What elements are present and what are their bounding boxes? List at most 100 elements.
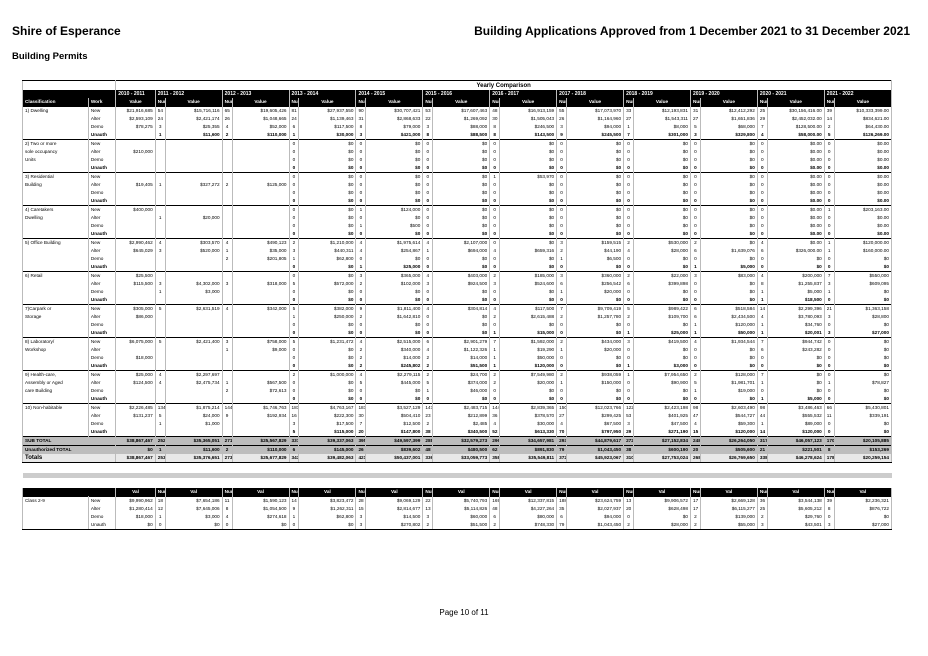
class29-row: Class 2-9 New $9,990,962 18 $7,654,186 11 $1,5… [22, 496, 893, 505]
num-cell: 0 [756, 189, 768, 197]
value-cell: $26,264,050 [699, 436, 758, 446]
table-row: 1) Dwelling New $21,916,685 54 $15,716,116 65… [22, 106, 893, 115]
classification-label: 3) Residential [22, 172, 89, 181]
num-cell: 1 [823, 379, 835, 387]
value-cell [164, 329, 223, 338]
value-cell: $86,000 [115, 313, 156, 321]
num-cell: 6 [288, 123, 300, 131]
work-type: Unauth [87, 428, 117, 437]
value-cell [115, 346, 156, 354]
value-cell: $120,000 [699, 428, 758, 437]
value-cell: $5,430,801 [833, 403, 893, 412]
value-cell: $2,107,000 [432, 238, 491, 247]
table-row: Building Alter $19,405 1 $327,272 2 $125,000 0 $… [22, 181, 893, 189]
work-type: Demo [87, 123, 117, 131]
value-cell: $88,500 [432, 131, 491, 140]
value-cell: $79,000 [365, 123, 424, 131]
value-header: Value [164, 98, 223, 107]
num-cell: 7 [623, 131, 634, 140]
num-cell: 47 [689, 412, 701, 420]
num-cell: 183 [355, 403, 367, 412]
value-cell: $555,532 [766, 412, 825, 420]
num-cell: 53 [422, 106, 434, 115]
num-cell: 4 [756, 131, 768, 140]
value-header: Val [432, 488, 491, 497]
value-cell: $19,605,426 [231, 106, 290, 115]
value-cell: $0 [632, 263, 691, 272]
num-cell: 0 [689, 156, 701, 164]
num-cell: 1 [489, 362, 501, 371]
num-cell: 0 [288, 362, 300, 371]
value-cell: $110,000 [231, 131, 290, 140]
section-title: Building Permits [12, 51, 88, 62]
work-type: Alter [87, 247, 117, 255]
num-header: Num [422, 488, 434, 497]
value-cell: $16,913,159 [499, 106, 558, 115]
classification-label: 4) Caretakers [22, 205, 89, 214]
table-row: 8) Laboratory/New $6,075,000 5 $2,421,400 3 $… [22, 337, 893, 346]
num-cell: 6 [689, 304, 701, 313]
num-cell: 0 [689, 148, 701, 156]
work-type: Demo [87, 513, 117, 521]
num-cell: 293 [556, 436, 568, 446]
classification-cell [22, 321, 89, 329]
value-cell [164, 205, 223, 214]
num-cell: 39 [823, 496, 835, 505]
num-header: Num [756, 98, 768, 107]
value-cell: $120,000 [499, 362, 558, 371]
value-cell: $5,605,212 [766, 505, 825, 513]
num-cell: 0 [623, 321, 634, 329]
value-cell: $374,000 [432, 379, 491, 387]
num-cell: 0 [556, 172, 568, 181]
value-cell: $434,000 [566, 337, 625, 346]
num-cell: 1 [756, 395, 768, 404]
num-cell [154, 395, 166, 404]
work-type: Alter [87, 505, 117, 513]
num-cell: 0 [623, 197, 634, 206]
value-cell: $318,000 [231, 280, 290, 288]
value-cell: $0 [833, 362, 893, 371]
classification-cell [22, 354, 89, 362]
table-row: Unauth 0 $0 0 $0 0 $0 0 $0 0 $0 0 $0 0 $0 0 $0.00 0 $0.00 [22, 230, 893, 239]
num-cell [221, 263, 233, 272]
value-cell: $1,054,500 [231, 505, 290, 513]
value-cell [115, 263, 156, 272]
num-cell: 2 [355, 354, 367, 362]
num-cell: 20 [623, 505, 634, 513]
value-cell: $0 [833, 346, 893, 354]
num-cell: 66 [823, 403, 835, 412]
value-cell: $0 [833, 387, 893, 395]
value-cell: $0.00 [766, 230, 825, 239]
num-cell: 0 [489, 387, 501, 395]
num-cell: 0 [288, 189, 300, 197]
num-cell: 4 [489, 247, 501, 255]
value-cell: $0 [432, 214, 491, 222]
value-cell: $0 [298, 156, 357, 164]
value-cell: $89,000 [766, 420, 825, 428]
num-cell: 0 [689, 214, 701, 222]
value-cell [231, 329, 290, 338]
table-row: Unauth 0 $0 0 $0 0 $0 1 $15,000 0 $0 1 $25,000 1 $50,0… [22, 329, 893, 338]
num-cell: 343 [288, 454, 300, 463]
num-cell: 4 [422, 346, 434, 354]
value-cell: $0 [499, 296, 558, 305]
value-cell: $32,579,273 [432, 436, 491, 446]
value-cell: $0 [298, 346, 357, 354]
work-type: Alter [87, 214, 117, 222]
value-cell: $0 [365, 395, 424, 404]
num-cell: 0 [288, 181, 300, 189]
num-cell: 273 [221, 454, 233, 463]
value-cell: $25,500 [115, 271, 156, 280]
classification-label: 5) Office Building [22, 238, 89, 247]
class29-header-row: ValNumValNumValNumValNumValNumValNumValN… [21, 488, 893, 497]
value-cell: $9,069,129 [365, 496, 424, 505]
num-header: Num [288, 488, 300, 497]
value-cell: $160,000.00 [833, 247, 893, 255]
num-cell: 0 [623, 156, 634, 164]
value-cell: $110,000 [231, 445, 290, 454]
num-cell: 48 [422, 445, 434, 454]
year-label: 2012 - 2013 [221, 90, 290, 98]
num-cell: 0 [623, 222, 634, 230]
value-cell: $0.00 [766, 189, 825, 197]
num-cell [154, 222, 166, 230]
